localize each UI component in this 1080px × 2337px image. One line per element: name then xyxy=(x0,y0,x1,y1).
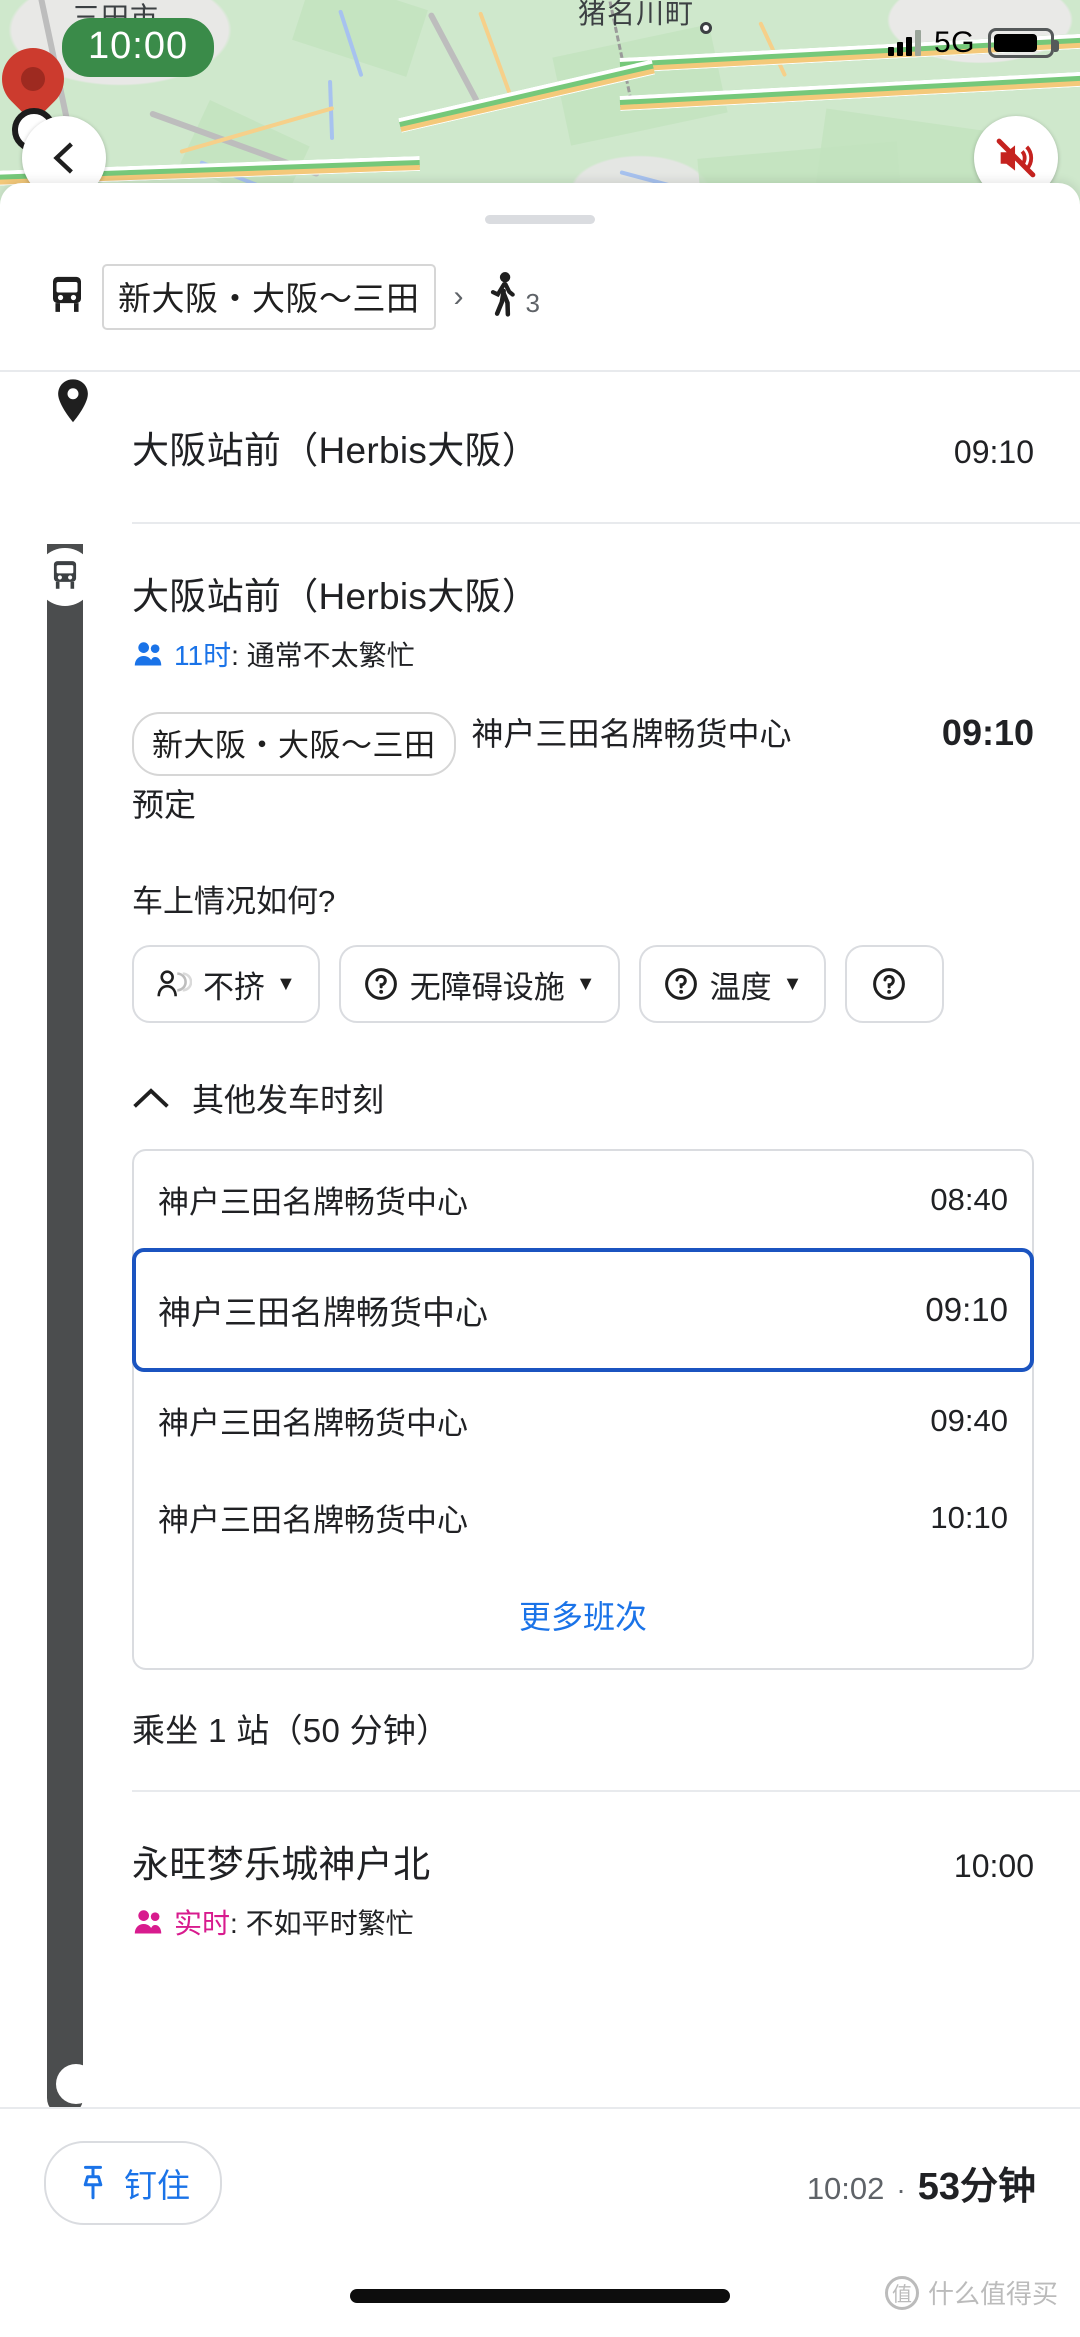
feedback-question: 车上情况如何? xyxy=(132,884,336,919)
departure-row[interactable]: 神户三田名牌畅货中心 09:40 xyxy=(134,1372,1032,1469)
question-circle-icon xyxy=(664,968,697,1000)
screen-root: 三田市 猪名川町 10:00 5G xyxy=(0,0,1080,2337)
feedback-chip-temperature[interactable]: 温度 ▼ xyxy=(638,945,827,1023)
eta-duration: 53分钟 xyxy=(917,2166,1036,2208)
departure-destination: 神户三田名牌畅货中心 xyxy=(158,1294,488,1331)
feedback-chip-label: 无障碍设施 xyxy=(409,969,565,1005)
ride-summary-text: 乘坐 1 站（50 分钟） xyxy=(132,1712,450,1749)
departure-time: 08:40 xyxy=(930,1181,1008,1217)
arrival-time: 10:00 xyxy=(953,1848,1034,1884)
back-arrow-icon xyxy=(53,142,73,174)
departures-card: 神户三田名牌畅货中心 08:40 神户三田名牌畅货中心 09:10 神户三田名牌… xyxy=(132,1149,1034,1670)
trip-departure-time: 09:10 xyxy=(941,712,1034,753)
chevron-down-icon: ▼ xyxy=(276,972,296,995)
boarding-busyness: 11时: 通常不太繁忙 xyxy=(132,634,1034,674)
directions-bottom-sheet[interactable]: 新大阪・大阪〜三田 › 3 大阪站前（Herbis大阪） 09:10 大阪站前（… xyxy=(0,183,1080,2337)
battery-icon xyxy=(988,28,1059,58)
feedback-chip-crowding[interactable]: 不挤 ▼ xyxy=(132,945,320,1023)
departure-time: 10:10 xyxy=(930,1499,1008,1535)
departure-row[interactable]: 神户三田名牌畅货中心 10:10 xyxy=(134,1469,1032,1566)
walk-minutes-label: 3 xyxy=(525,288,540,318)
question-circle-icon xyxy=(364,968,397,1000)
arrival-busyness: 实时: 不如平时繁忙 xyxy=(132,1902,1034,1942)
origin-time: 09:10 xyxy=(953,434,1034,470)
busyness-description: 通常不太繁忙 xyxy=(246,640,415,671)
departure-destination: 神户三田名牌畅货中心 xyxy=(158,1185,468,1220)
arrival-stop-name: 永旺梦乐城神户北 xyxy=(132,1844,431,1885)
arrival-row[interactable]: 永旺梦乐城神户北 10:00 实时: 不如平时繁忙 xyxy=(0,1792,1080,1942)
busyness-time-key: 11时 xyxy=(174,640,232,671)
origin-stop-name: 大阪站前（Herbis大阪） xyxy=(132,430,540,471)
boarding-stop-row[interactable]: 大阪站前（Herbis大阪） 11时: 通常不太繁忙 新大阪・大阪〜三田 神户三… xyxy=(0,524,1080,1752)
other-departures-toggle[interactable]: 其他发车时刻 xyxy=(132,1075,1034,1121)
arrival-busyness-separator: : xyxy=(230,1908,246,1939)
sheet-drag-handle[interactable] xyxy=(485,215,595,224)
trip-scheduled-label: 预定 xyxy=(132,787,197,823)
people-icon xyxy=(134,1910,162,1934)
feedback-chip-row[interactable]: 不挤 ▼ 无障碍设施 ▼ 温度 ▼ xyxy=(132,945,1034,1023)
walking-person-icon xyxy=(490,272,515,317)
origin-row[interactable]: 大阪站前（Herbis大阪） 09:10 xyxy=(0,372,1080,474)
watermark-text: 什么值得买 xyxy=(927,2279,1058,2309)
pin-button[interactable]: 钉住 xyxy=(44,2141,222,2225)
route-summary-header[interactable]: 新大阪・大阪〜三田 › 3 xyxy=(0,224,1080,330)
signal-strength-icon xyxy=(887,30,921,56)
departure-row-selected[interactable]: 神户三田名牌畅货中心 09:10 xyxy=(132,1248,1034,1372)
bus-stop-marker xyxy=(36,548,94,606)
volume-muted-icon xyxy=(996,138,1036,178)
busyness-separator: : xyxy=(231,640,247,671)
eta-time: 10:02 xyxy=(806,2171,885,2206)
boarding-stop-name: 大阪站前（Herbis大阪） xyxy=(132,576,540,617)
timeline-end-dot xyxy=(56,2064,96,2104)
watermark-badge: 值 xyxy=(884,2275,919,2310)
feedback-chip-label: 温度 xyxy=(709,969,772,1005)
feedback-chip-overflow[interactable] xyxy=(845,945,945,1023)
itinerary-body: 大阪站前（Herbis大阪） 09:10 大阪站前（Herbis大阪） 11时:… xyxy=(0,372,1080,2256)
trip-line-chip[interactable]: 新大阪・大阪〜三田 xyxy=(132,712,456,776)
trip-line-row[interactable]: 新大阪・大阪〜三田 神户三田名牌畅货中心 09:10 xyxy=(132,712,1034,776)
feedback-chip-accessibility[interactable]: 无障碍设施 ▼ xyxy=(338,945,620,1023)
arrival-busyness-key: 实时 xyxy=(174,1908,231,1939)
network-type-label: 5G xyxy=(933,26,975,59)
chevron-down-icon: ▼ xyxy=(575,972,596,995)
departure-time: 09:10 xyxy=(925,1291,1008,1328)
crowding-icon xyxy=(157,970,192,997)
route-line-chip[interactable]: 新大阪・大阪〜三田 xyxy=(102,264,436,330)
eta-summary: 10:02 · 53分钟 xyxy=(807,2141,1036,2210)
pushpin-icon xyxy=(83,2165,103,2200)
bus-stop-icon xyxy=(53,561,77,589)
other-departures-label: 其他发车时刻 xyxy=(192,1082,385,1118)
location-pin-icon xyxy=(58,379,88,423)
trip-destination: 神户三田名牌畅货中心 xyxy=(471,716,792,752)
departure-destination: 神户三田名牌畅货中心 xyxy=(158,1406,468,1441)
bus-icon xyxy=(53,276,81,312)
more-departures-link[interactable]: 更多班次 xyxy=(134,1566,1032,1662)
departure-row[interactable]: 神户三田名牌畅货中心 08:40 xyxy=(134,1151,1032,1248)
chevron-up-icon xyxy=(133,1088,169,1108)
question-circle-icon xyxy=(873,968,906,1000)
pin-button-label: 钉住 xyxy=(124,2167,190,2204)
chevron-down-icon: ▼ xyxy=(782,972,803,995)
departure-destination: 神户三田名牌畅货中心 xyxy=(158,1503,468,1538)
feedback-chip-label: 不挤 xyxy=(203,969,265,1005)
watermark: 值 什么值得买 xyxy=(884,2274,1058,2311)
arrival-busyness-description: 不如平时繁忙 xyxy=(245,1908,414,1939)
walk-step[interactable]: 3 xyxy=(482,271,540,323)
status-bar: 5G xyxy=(0,0,1080,84)
home-indicator[interactable] xyxy=(350,2289,730,2303)
eta-separator: · xyxy=(896,2174,906,2205)
people-icon xyxy=(134,642,162,666)
departure-time: 09:40 xyxy=(930,1402,1008,1438)
route-step-separator: › xyxy=(453,280,464,313)
